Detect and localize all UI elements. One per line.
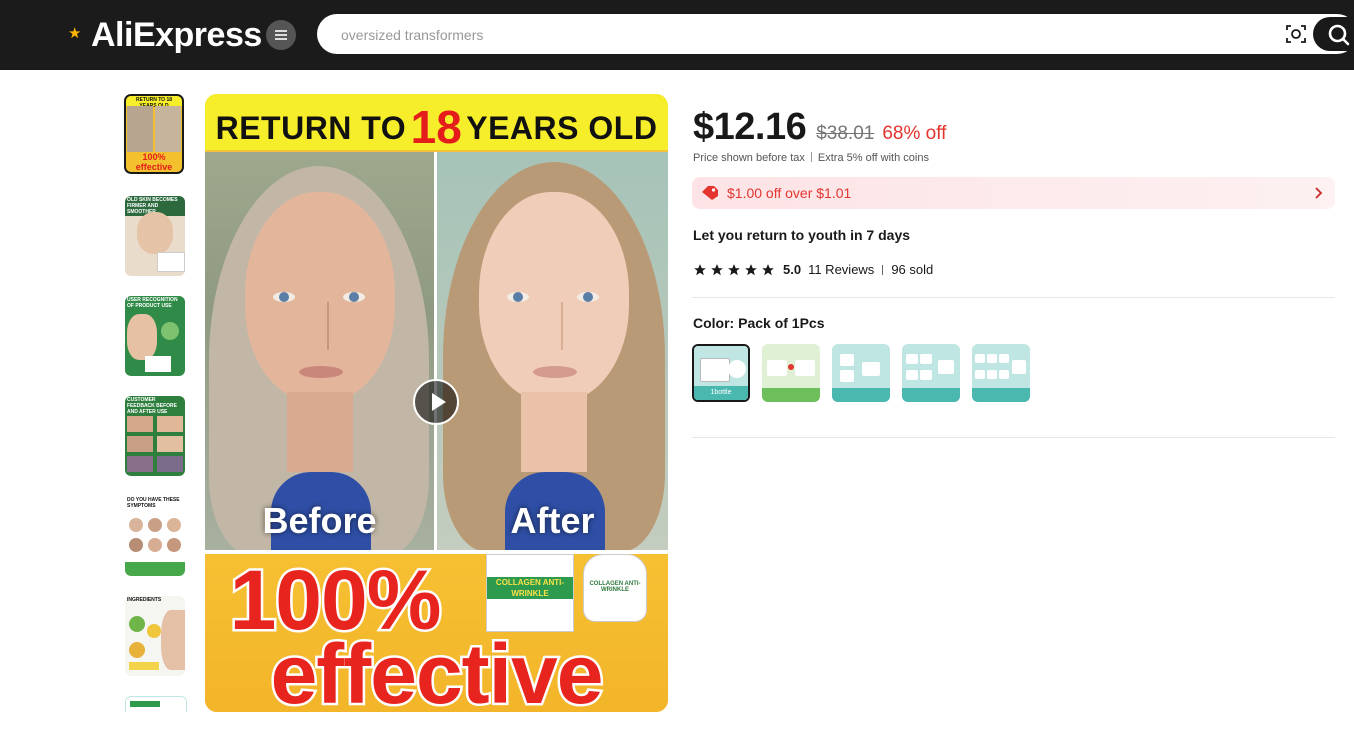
product-box-label: COLLAGEN ANTI-WRINKLE (495, 578, 565, 598)
play-video-button[interactable] (413, 379, 459, 425)
thumbnail-caption: DO YOU HAVE THESE SYMPTOMS (127, 497, 180, 509)
product-title[interactable]: Let you return to youth in 7 days (693, 227, 910, 243)
swatch-pack-4[interactable] (902, 344, 960, 402)
thumbnail-caption: INGREDIENTS (127, 597, 162, 603)
star-icon (728, 263, 740, 275)
headline-text-c: YEARS OLD (466, 110, 658, 146)
effect-word-text: effective (268, 625, 606, 713)
star-icon (711, 263, 723, 275)
thumbnail-list: RETURN TO 18 YEARS OLD 100% effective OL… (124, 94, 188, 712)
divider (692, 297, 1335, 298)
logo-star-icon: ★ (68, 25, 82, 42)
swatch-label: 1bottle (694, 386, 748, 400)
category-menu-button[interactable] (266, 20, 296, 50)
search-icon (1328, 24, 1350, 46)
before-label: Before (262, 500, 377, 541)
search-bar (317, 14, 1354, 56)
thumbnail-3[interactable]: USER RECOGNITION OF PRODUCT USE (125, 296, 185, 376)
after-label: After (510, 500, 595, 541)
before-photo: Before (205, 152, 434, 552)
aliexpress-logo[interactable]: ★ AliExpress (68, 14, 262, 56)
thumbnail-5[interactable]: DO YOU HAVE THESE SYMPTOMS (125, 496, 185, 576)
sold-count: 96 sold (891, 262, 934, 277)
current-price: $12.16 (693, 106, 807, 148)
divider (692, 437, 1335, 438)
swatch-pack-3[interactable] (832, 344, 890, 402)
star-icon (745, 263, 757, 275)
thumbnail-caption: CUSTOMER FEEDBACK BEFORE AND AFTER USE (127, 397, 178, 415)
star-rating (693, 263, 775, 277)
thumbnail-1[interactable]: RETURN TO 18 YEARS OLD 100% effective (124, 94, 184, 174)
coupon-text: $1.00 off over $1.01 (727, 185, 852, 201)
rating-score: 5.0 (783, 262, 802, 277)
top-header: ★ AliExpress (0, 0, 1354, 70)
hamburger-icon (275, 34, 287, 36)
main-product-image[interactable]: RETURN TO 18 YEARS OLD Before After 100%… (205, 94, 668, 712)
search-input[interactable] (339, 14, 1243, 56)
color-swatches: 1bottle (692, 344, 1030, 402)
thumbnail-7[interactable] (125, 696, 187, 712)
chevron-right-icon (1315, 187, 1323, 199)
thumbnail-6[interactable]: INGREDIENTS (125, 596, 185, 676)
image-search-icon[interactable] (1285, 23, 1307, 45)
product-box-image: COLLAGEN ANTI-WRINKLE (486, 554, 574, 632)
after-photo: After (437, 152, 668, 552)
color-option-label: Color: Pack of 1Pcs (693, 315, 825, 331)
thumbnail-4[interactable]: CUSTOMER FEEDBACK BEFORE AND AFTER USE (125, 396, 185, 476)
thumbnail-bottom-text: 100% effective (135, 152, 173, 172)
original-price: $38.01 (816, 123, 875, 144)
headline-text-a: RETURN TO (215, 110, 407, 146)
discount-percent: 68% off (882, 123, 947, 144)
star-icon (694, 263, 706, 275)
coupon-tag-icon (702, 186, 718, 200)
thumbnail-2[interactable]: OLD SKIN BECOMES FIRMER AND SMOOTHER (125, 196, 185, 276)
thumbnail-caption: USER RECOGNITION OF PRODUCT USE (127, 297, 178, 309)
tax-note-text: Price shown before tax (693, 152, 805, 164)
coupon-banner[interactable]: $1.00 off over $1.01 (692, 177, 1335, 209)
star-icon (762, 263, 774, 275)
image-headline-banner: RETURN TO 18 YEARS OLD (205, 94, 668, 153)
rating-row[interactable]: 5.0 11 Reviews 96 sold (693, 262, 933, 277)
swatch-pack-1[interactable]: 1bottle (692, 344, 750, 402)
swatch-pack-5[interactable] (972, 344, 1030, 402)
product-jar-label: COLLAGEN ANTI-WRINKLE (589, 581, 641, 593)
swatch-pack-2[interactable] (762, 344, 820, 402)
photo-divider (434, 152, 437, 552)
effect-banner: 100% effective COLLAGEN ANTI-WRINKLE COL… (205, 551, 668, 713)
logo-text: AliExpress (91, 15, 262, 54)
headline-text-number: 18 (410, 101, 462, 153)
reviews-link[interactable]: 11 Reviews (808, 262, 874, 277)
product-jar-image: COLLAGEN ANTI-WRINKLE (583, 554, 647, 622)
price-row: $12.16 $38.01 68% off (693, 106, 946, 149)
coins-note-text: Extra 5% off with coins (817, 152, 929, 164)
search-button[interactable] (1313, 17, 1354, 51)
price-note: Price shown before tax Extra 5% off with … (693, 152, 929, 164)
